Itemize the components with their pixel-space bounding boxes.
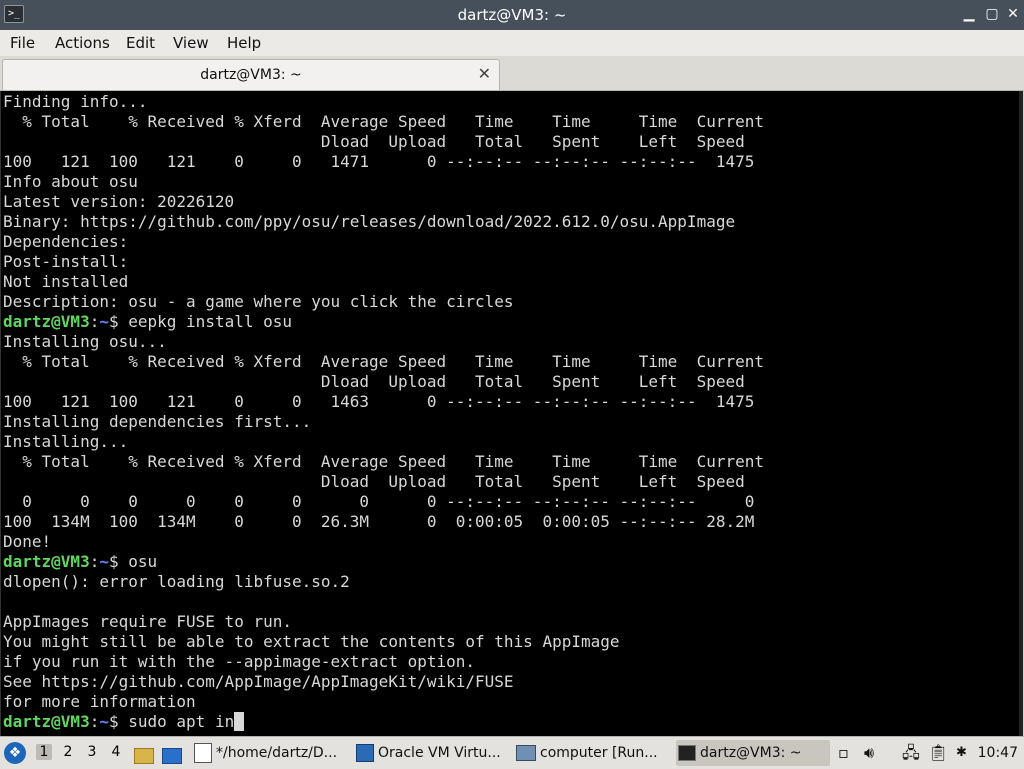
taskbar-terminal[interactable]: dartz@VM3: ~ <box>676 740 830 766</box>
clock: 10:47 <box>977 745 1018 761</box>
tab-label: dartz@VM3: ~ <box>200 67 302 83</box>
terminal-line: dartz@VM3:~$ eepkg install osu <box>3 312 293 331</box>
terminal-line: dartz@VM3:~$ osu <box>3 552 158 571</box>
terminal-icon <box>678 745 696 761</box>
terminal-line: Finding info... <box>3 92 148 111</box>
folder-icon[interactable] <box>134 740 156 766</box>
terminal-line: Installing osu... <box>3 332 167 351</box>
terminal-area[interactable]: Finding info... % Total % Received % Xfe… <box>0 91 1023 736</box>
terminal-line: Post-install: <box>3 252 129 271</box>
window-title: dartz@VM3: ~ <box>457 6 567 24</box>
text-editor-icon <box>194 743 212 763</box>
terminal-line: if you run it with the --appimage-extrac… <box>3 652 476 671</box>
terminal-line: Dload Upload Total Spent Left Speed <box>3 132 745 151</box>
close-button[interactable]: ✕ <box>1004 5 1022 23</box>
terminal-line: Installing... <box>3 432 129 451</box>
terminal-line: 100 121 100 121 0 0 1463 0 --:--:-- --:-… <box>3 392 755 411</box>
maximize-button[interactable]: ▢ <box>983 5 1001 23</box>
workspace-4[interactable]: 4 <box>108 744 124 760</box>
terminal-scrollbar[interactable] <box>1019 91 1023 736</box>
terminal-line: See https://github.com/AppImage/AppImage… <box>3 672 514 691</box>
taskbar-label: dartz@VM3: ~ <box>700 745 802 761</box>
text-cursor <box>234 712 244 731</box>
pager-icon[interactable]: ▫ <box>838 737 849 769</box>
menu-bar: File Actions Edit View Help <box>0 30 1024 56</box>
terminal-line: for more information <box>3 692 196 711</box>
taskbar: ❖ 1 2 3 4 */home/dartz/D... Oracle VM Vi… <box>0 736 1024 769</box>
menu-edit[interactable]: Edit <box>126 34 155 52</box>
prompt-user: dartz@VM3 <box>3 712 90 731</box>
terminal-line: Not installed <box>3 272 129 291</box>
menu-view[interactable]: View <box>173 34 209 52</box>
prompt-path: ~ <box>99 712 109 731</box>
taskbar-file-manager[interactable]: */home/dartz/D... <box>194 740 348 766</box>
terminal-line: Description: osu - a game where you clic… <box>3 292 514 311</box>
taskbar-label: computer [Run... <box>540 745 658 761</box>
virtualbox-icon <box>356 744 374 762</box>
prompt-user: dartz@VM3 <box>3 552 90 571</box>
taskbar-computer[interactable]: computer [Run... <box>516 740 668 766</box>
terminal-line: Done! <box>3 532 52 551</box>
menu-actions[interactable]: Actions <box>55 34 110 52</box>
terminal-line: Latest version: 20226120 <box>3 192 235 211</box>
prompt-command: osu <box>128 552 158 571</box>
terminal-line: Dload Upload Total Spent Left Speed <box>3 472 745 491</box>
terminal-line: 0 0 0 0 0 0 0 0 --:--:-- --:--:-- --:--:… <box>3 492 755 511</box>
terminal-line: Info about osu <box>3 172 138 191</box>
title-bar: >_ dartz@VM3: ~ ▁ ▢ ✕ <box>0 0 1024 30</box>
computer-icon <box>516 745 536 761</box>
terminal-line: 100 121 100 121 0 0 1471 0 --:--:-- --:-… <box>3 152 755 171</box>
workspace-2[interactable]: 2 <box>60 744 76 760</box>
terminal-line: dartz@VM3:~$ sudo apt in <box>3 712 244 731</box>
terminal-line: Binary: https://github.com/ppy/osu/relea… <box>3 212 736 231</box>
start-menu-icon[interactable]: ❖ <box>4 742 26 764</box>
taskbar-label: */home/dartz/D... <box>216 745 338 761</box>
terminal-line: dlopen(): error loading libfuse.so.2 <box>3 572 350 591</box>
workspace-3[interactable]: 3 <box>84 744 100 760</box>
terminal-line: AppImages require FUSE to run. <box>3 612 292 631</box>
terminal-line: % Total % Received % Xferd Average Speed… <box>3 452 764 471</box>
terminal-line: You might still be able to extract the c… <box>3 632 620 651</box>
terminal-line: Installing dependencies first... <box>3 412 312 431</box>
desktop-icon[interactable] <box>162 740 184 766</box>
menu-file[interactable]: File <box>10 34 35 52</box>
workspace-1[interactable]: 1 <box>36 744 52 760</box>
terminal-line: % Total % Received % Xferd Average Speed… <box>3 352 764 371</box>
tab-terminal[interactable]: dartz@VM3: ~ ✕ <box>2 59 500 90</box>
prompt-path: ~ <box>99 552 109 571</box>
terminal-line: Dependencies: <box>3 232 129 251</box>
tab-bar: dartz@VM3: ~ ✕ <box>0 56 1024 91</box>
terminal-line: Dload Upload Total Spent Left Speed <box>3 372 745 391</box>
terminal-output: Finding info... % Total % Received % Xfe… <box>3 92 764 732</box>
menu-help[interactable]: Help <box>227 34 261 52</box>
prompt-user: dartz@VM3 <box>3 312 90 331</box>
prompt-command: sudo apt in <box>128 712 235 731</box>
prompt-path: ~ <box>99 312 109 331</box>
network-icon[interactable]: 🖧 <box>902 737 920 769</box>
tab-close-icon[interactable]: ✕ <box>478 64 491 83</box>
terminal-line: 100 134M 100 134M 0 0 26.3M 0 0:00:05 0:… <box>3 512 755 531</box>
clipboard-icon[interactable]: 📋︎ <box>928 737 948 769</box>
taskbar-virtualbox[interactable]: Oracle VM Virtu... <box>356 740 510 766</box>
prompt-command: eepkg install osu <box>128 312 293 331</box>
bluetooth-icon[interactable]: ✱ <box>956 737 967 769</box>
volume-icon[interactable]: 🔊︎ <box>864 737 874 769</box>
minimize-button[interactable]: ▁ <box>960 5 978 23</box>
taskbar-label: Oracle VM Virtu... <box>378 745 501 761</box>
terminal-line: % Total % Received % Xferd Average Speed… <box>3 112 764 131</box>
